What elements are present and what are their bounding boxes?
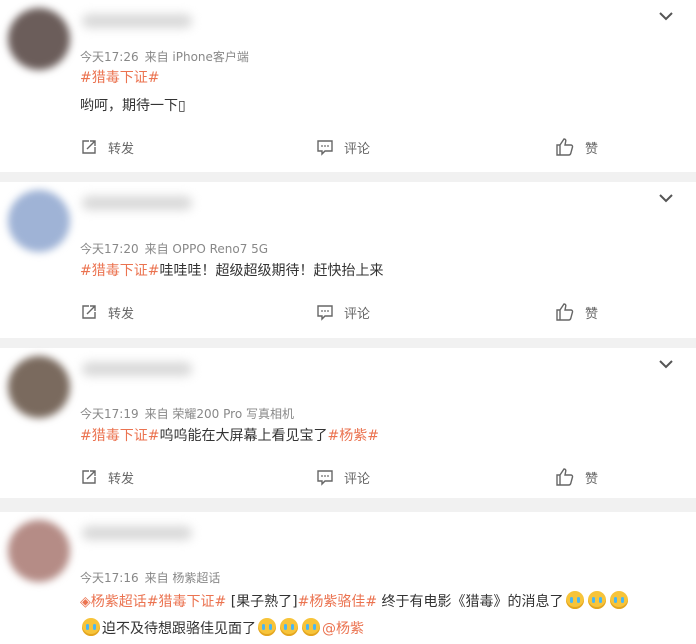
timestamp: 今天17:20 xyxy=(80,242,139,256)
avatar[interactable] xyxy=(8,190,70,252)
comment-label: 评论 xyxy=(344,306,371,322)
repost-icon xyxy=(82,470,96,484)
timestamp: 今天17:26 xyxy=(80,50,139,64)
topic-link[interactable]: #猎毒下证# xyxy=(80,263,159,279)
crying-face-emoji xyxy=(609,591,628,609)
comment-text: 哟呵，期待一下▯ xyxy=(80,95,680,117)
action-bar: 转发 评论 赞 xyxy=(0,465,696,489)
action-bar: 转发 评论 赞 xyxy=(0,300,696,324)
crying-face-emoji xyxy=(82,618,100,636)
comment-text: ◈杨紫超话#猎毒下证# [果子熟了]#杨紫骆佳# 终于有电影《猎毒》的消息了 xyxy=(80,591,680,613)
crying-face-emoji xyxy=(280,618,298,636)
comment-button[interactable]: 评论 xyxy=(316,135,370,159)
comment-meta: 今天17:20 来自 OPPO Reno7 5G xyxy=(80,240,268,257)
like-button[interactable]: 赞 xyxy=(555,465,598,489)
repost-button[interactable]: 转发 xyxy=(80,465,134,489)
comment-icon xyxy=(317,305,333,321)
comment-feed: 今天17:26 来自 iPhone客户端 #猎毒下证# 哟呵，期待一下▯ 转发 评… xyxy=(0,0,696,644)
comment-card: 今天17:20 来自 OPPO Reno7 5G #猎毒下证#哇哇哇！超级超级期待… xyxy=(0,182,696,338)
comment-body: 哟呵，期待一下▯ xyxy=(80,98,186,114)
username-blurred[interactable] xyxy=(82,196,192,210)
comment-body: 迫不及待想跟骆佳见面了 xyxy=(102,621,256,637)
comment-body: 哇哇哇！超级超级期待！赶快抬上来 xyxy=(159,263,384,279)
thumbs-up-icon xyxy=(556,138,574,156)
repost-button[interactable]: 转发 xyxy=(80,135,134,159)
comment-text: #猎毒下证#呜呜能在大屏幕上看见宝了#杨紫# xyxy=(80,425,680,447)
source: 来自 OPPO Reno7 5G xyxy=(144,242,269,256)
comment-icon xyxy=(317,140,333,156)
repost-label: 转发 xyxy=(108,471,135,487)
repost-icon xyxy=(82,305,96,319)
comment-card: 今天17:26 来自 iPhone客户端 #猎毒下证# 哟呵，期待一下▯ 转发 评… xyxy=(0,0,696,172)
comment-label: 评论 xyxy=(344,141,371,157)
chevron-down-icon[interactable] xyxy=(656,8,676,24)
chevron-down-icon[interactable] xyxy=(656,190,676,206)
timestamp: 今天17:19 xyxy=(80,407,139,421)
topic-link[interactable]: #杨紫# xyxy=(327,428,378,444)
crying-face-emoji xyxy=(302,618,320,636)
comment-text: 迫不及待想跟骆佳见面了 @杨紫 xyxy=(80,618,680,640)
comment-button[interactable]: 评论 xyxy=(316,465,370,489)
comment-meta: 今天17:16 来自 杨紫超话 xyxy=(80,569,220,586)
comment-meta: 今天17:19 来自 荣耀200 Pro 写真相机 xyxy=(80,405,294,422)
username-blurred[interactable] xyxy=(82,526,192,540)
username-blurred[interactable] xyxy=(82,362,192,376)
thumbs-up-icon xyxy=(556,468,574,486)
source: 来自 荣耀200 Pro 写真相机 xyxy=(144,407,294,421)
like-label: 赞 xyxy=(585,471,599,487)
crying-face-emoji xyxy=(565,591,584,609)
chevron-down-icon[interactable] xyxy=(656,356,676,372)
thumbs-up-icon xyxy=(556,303,574,321)
like-label: 赞 xyxy=(585,306,599,322)
comment-text: #猎毒下证#哇哇哇！超级超级期待！赶快抬上来 xyxy=(80,260,680,282)
avatar[interactable] xyxy=(8,520,70,582)
like-label: 赞 xyxy=(585,141,599,157)
topic-link[interactable]: #杨紫骆佳# xyxy=(298,594,377,610)
avatar[interactable] xyxy=(8,356,70,418)
avatar[interactable] xyxy=(8,8,70,70)
topic-link[interactable]: #猎毒下证# xyxy=(147,594,226,610)
comment-card: 今天17:16 来自 杨紫超话 ◈杨紫超话#猎毒下证# [果子熟了]#杨紫骆佳# … xyxy=(0,512,696,644)
comment-icon xyxy=(317,470,333,486)
repost-icon xyxy=(82,140,96,154)
super-topic-link[interactable]: ◈杨紫超话 xyxy=(80,594,147,610)
source: 来自 杨紫超话 xyxy=(144,571,221,585)
timestamp: 今天17:16 xyxy=(80,571,139,585)
comment-body: 呜呜能在大屏幕上看见宝了 xyxy=(159,428,328,444)
comment-label: 评论 xyxy=(344,471,371,487)
comment-text: #猎毒下证# xyxy=(80,67,680,89)
like-button[interactable]: 赞 xyxy=(555,300,598,324)
topic-link[interactable]: #猎毒下证# xyxy=(80,70,159,86)
action-bar: 转发 评论 赞 xyxy=(0,135,696,159)
mention-link[interactable]: @杨紫 xyxy=(322,621,364,637)
comment-meta: 今天17:26 来自 iPhone客户端 xyxy=(80,48,249,65)
crying-face-emoji xyxy=(587,591,606,609)
source: 来自 iPhone客户端 xyxy=(144,50,249,64)
comment-body: [果子熟了] xyxy=(226,594,298,610)
repost-label: 转发 xyxy=(108,141,135,157)
comment-card: 今天17:19 来自 荣耀200 Pro 写真相机 #猎毒下证#呜呜能在大屏幕上看… xyxy=(0,348,696,498)
repost-label: 转发 xyxy=(108,306,135,322)
comment-button[interactable]: 评论 xyxy=(316,300,370,324)
comment-body: 终于有电影《猎毒》的消息了 xyxy=(377,594,564,610)
topic-link[interactable]: #猎毒下证# xyxy=(80,428,159,444)
like-button[interactable]: 赞 xyxy=(555,135,598,159)
crying-face-emoji xyxy=(258,618,276,636)
repost-button[interactable]: 转发 xyxy=(80,300,134,324)
username-blurred[interactable] xyxy=(82,14,192,28)
